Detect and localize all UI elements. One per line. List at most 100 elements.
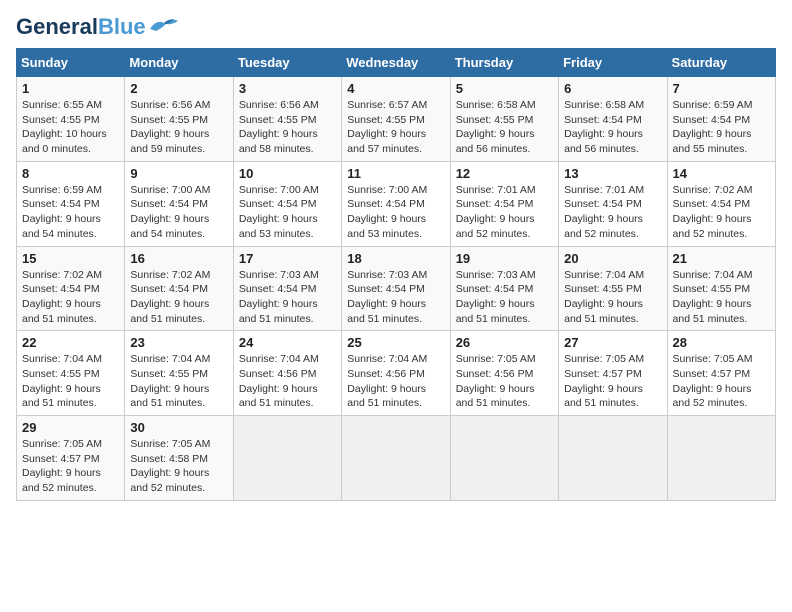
day-number: 28 xyxy=(673,335,770,350)
day-detail: Sunrise: 6:59 AM Sunset: 4:54 PM Dayligh… xyxy=(22,183,119,242)
calendar-header-row: SundayMondayTuesdayWednesdayThursdayFrid… xyxy=(17,49,776,77)
calendar-cell: 8 Sunrise: 6:59 AM Sunset: 4:54 PM Dayli… xyxy=(17,161,125,246)
day-detail: Sunrise: 7:00 AM Sunset: 4:54 PM Dayligh… xyxy=(130,183,227,242)
day-number: 10 xyxy=(239,166,336,181)
day-number: 23 xyxy=(130,335,227,350)
day-detail: Sunrise: 6:56 AM Sunset: 4:55 PM Dayligh… xyxy=(239,98,336,157)
calendar-cell: 28 Sunrise: 7:05 AM Sunset: 4:57 PM Dayl… xyxy=(667,331,775,416)
day-number: 20 xyxy=(564,251,661,266)
calendar-cell: 12 Sunrise: 7:01 AM Sunset: 4:54 PM Dayl… xyxy=(450,161,558,246)
day-number: 18 xyxy=(347,251,444,266)
logo-bird-icon xyxy=(148,15,180,35)
day-number: 25 xyxy=(347,335,444,350)
day-detail: Sunrise: 7:05 AM Sunset: 4:58 PM Dayligh… xyxy=(130,437,227,496)
calendar-cell: 26 Sunrise: 7:05 AM Sunset: 4:56 PM Dayl… xyxy=(450,331,558,416)
calendar-cell: 25 Sunrise: 7:04 AM Sunset: 4:56 PM Dayl… xyxy=(342,331,450,416)
calendar-cell: 19 Sunrise: 7:03 AM Sunset: 4:54 PM Dayl… xyxy=(450,246,558,331)
calendar-cell: 1 Sunrise: 6:55 AM Sunset: 4:55 PM Dayli… xyxy=(17,77,125,162)
day-detail: Sunrise: 7:03 AM Sunset: 4:54 PM Dayligh… xyxy=(347,268,444,327)
day-number: 15 xyxy=(22,251,119,266)
header-monday: Monday xyxy=(125,49,233,77)
day-detail: Sunrise: 7:00 AM Sunset: 4:54 PM Dayligh… xyxy=(239,183,336,242)
calendar-cell: 5 Sunrise: 6:58 AM Sunset: 4:55 PM Dayli… xyxy=(450,77,558,162)
day-detail: Sunrise: 7:00 AM Sunset: 4:54 PM Dayligh… xyxy=(347,183,444,242)
week-row-2: 8 Sunrise: 6:59 AM Sunset: 4:54 PM Dayli… xyxy=(17,161,776,246)
calendar-cell: 13 Sunrise: 7:01 AM Sunset: 4:54 PM Dayl… xyxy=(559,161,667,246)
day-detail: Sunrise: 7:04 AM Sunset: 4:55 PM Dayligh… xyxy=(564,268,661,327)
calendar-cell: 3 Sunrise: 6:56 AM Sunset: 4:55 PM Dayli… xyxy=(233,77,341,162)
header-saturday: Saturday xyxy=(667,49,775,77)
calendar-cell: 4 Sunrise: 6:57 AM Sunset: 4:55 PM Dayli… xyxy=(342,77,450,162)
day-detail: Sunrise: 7:05 AM Sunset: 4:57 PM Dayligh… xyxy=(22,437,119,496)
day-number: 22 xyxy=(22,335,119,350)
day-number: 9 xyxy=(130,166,227,181)
calendar-table: SundayMondayTuesdayWednesdayThursdayFrid… xyxy=(16,48,776,501)
day-detail: Sunrise: 7:04 AM Sunset: 4:56 PM Dayligh… xyxy=(347,352,444,411)
day-number: 12 xyxy=(456,166,553,181)
header-sunday: Sunday xyxy=(17,49,125,77)
calendar-cell: 24 Sunrise: 7:04 AM Sunset: 4:56 PM Dayl… xyxy=(233,331,341,416)
header-tuesday: Tuesday xyxy=(233,49,341,77)
day-number: 7 xyxy=(673,81,770,96)
calendar-cell: 22 Sunrise: 7:04 AM Sunset: 4:55 PM Dayl… xyxy=(17,331,125,416)
week-row-3: 15 Sunrise: 7:02 AM Sunset: 4:54 PM Dayl… xyxy=(17,246,776,331)
calendar-cell xyxy=(233,416,341,501)
logo-text: GeneralBlue xyxy=(16,16,146,38)
calendar-cell: 7 Sunrise: 6:59 AM Sunset: 4:54 PM Dayli… xyxy=(667,77,775,162)
day-detail: Sunrise: 7:01 AM Sunset: 4:54 PM Dayligh… xyxy=(456,183,553,242)
week-row-5: 29 Sunrise: 7:05 AM Sunset: 4:57 PM Dayl… xyxy=(17,416,776,501)
day-number: 5 xyxy=(456,81,553,96)
day-number: 17 xyxy=(239,251,336,266)
day-detail: Sunrise: 7:01 AM Sunset: 4:54 PM Dayligh… xyxy=(564,183,661,242)
day-detail: Sunrise: 7:02 AM Sunset: 4:54 PM Dayligh… xyxy=(22,268,119,327)
day-number: 26 xyxy=(456,335,553,350)
calendar-cell: 14 Sunrise: 7:02 AM Sunset: 4:54 PM Dayl… xyxy=(667,161,775,246)
day-detail: Sunrise: 6:58 AM Sunset: 4:54 PM Dayligh… xyxy=(564,98,661,157)
day-number: 3 xyxy=(239,81,336,96)
calendar-cell xyxy=(450,416,558,501)
day-number: 1 xyxy=(22,81,119,96)
day-detail: Sunrise: 6:57 AM Sunset: 4:55 PM Dayligh… xyxy=(347,98,444,157)
day-detail: Sunrise: 7:05 AM Sunset: 4:57 PM Dayligh… xyxy=(673,352,770,411)
week-row-4: 22 Sunrise: 7:04 AM Sunset: 4:55 PM Dayl… xyxy=(17,331,776,416)
day-number: 11 xyxy=(347,166,444,181)
calendar-cell: 30 Sunrise: 7:05 AM Sunset: 4:58 PM Dayl… xyxy=(125,416,233,501)
calendar-cell xyxy=(667,416,775,501)
day-detail: Sunrise: 7:05 AM Sunset: 4:56 PM Dayligh… xyxy=(456,352,553,411)
header-wednesday: Wednesday xyxy=(342,49,450,77)
calendar-cell: 6 Sunrise: 6:58 AM Sunset: 4:54 PM Dayli… xyxy=(559,77,667,162)
day-detail: Sunrise: 6:56 AM Sunset: 4:55 PM Dayligh… xyxy=(130,98,227,157)
day-detail: Sunrise: 7:04 AM Sunset: 4:55 PM Dayligh… xyxy=(673,268,770,327)
calendar-cell: 9 Sunrise: 7:00 AM Sunset: 4:54 PM Dayli… xyxy=(125,161,233,246)
calendar-cell: 18 Sunrise: 7:03 AM Sunset: 4:54 PM Dayl… xyxy=(342,246,450,331)
day-detail: Sunrise: 6:58 AM Sunset: 4:55 PM Dayligh… xyxy=(456,98,553,157)
day-detail: Sunrise: 6:55 AM Sunset: 4:55 PM Dayligh… xyxy=(22,98,119,157)
day-detail: Sunrise: 7:04 AM Sunset: 4:56 PM Dayligh… xyxy=(239,352,336,411)
day-detail: Sunrise: 7:04 AM Sunset: 4:55 PM Dayligh… xyxy=(130,352,227,411)
header-friday: Friday xyxy=(559,49,667,77)
day-number: 13 xyxy=(564,166,661,181)
day-detail: Sunrise: 6:59 AM Sunset: 4:54 PM Dayligh… xyxy=(673,98,770,157)
day-number: 2 xyxy=(130,81,227,96)
calendar-cell xyxy=(342,416,450,501)
calendar-cell: 16 Sunrise: 7:02 AM Sunset: 4:54 PM Dayl… xyxy=(125,246,233,331)
day-detail: Sunrise: 7:02 AM Sunset: 4:54 PM Dayligh… xyxy=(130,268,227,327)
day-number: 19 xyxy=(456,251,553,266)
day-detail: Sunrise: 7:02 AM Sunset: 4:54 PM Dayligh… xyxy=(673,183,770,242)
day-number: 27 xyxy=(564,335,661,350)
calendar-cell: 23 Sunrise: 7:04 AM Sunset: 4:55 PM Dayl… xyxy=(125,331,233,416)
week-row-1: 1 Sunrise: 6:55 AM Sunset: 4:55 PM Dayli… xyxy=(17,77,776,162)
calendar-cell xyxy=(559,416,667,501)
day-number: 30 xyxy=(130,420,227,435)
header-thursday: Thursday xyxy=(450,49,558,77)
day-detail: Sunrise: 7:05 AM Sunset: 4:57 PM Dayligh… xyxy=(564,352,661,411)
day-number: 29 xyxy=(22,420,119,435)
logo: GeneralBlue xyxy=(16,16,180,38)
page-header: GeneralBlue xyxy=(16,16,776,38)
calendar-cell: 29 Sunrise: 7:05 AM Sunset: 4:57 PM Dayl… xyxy=(17,416,125,501)
day-number: 16 xyxy=(130,251,227,266)
day-detail: Sunrise: 7:03 AM Sunset: 4:54 PM Dayligh… xyxy=(239,268,336,327)
calendar-cell: 17 Sunrise: 7:03 AM Sunset: 4:54 PM Dayl… xyxy=(233,246,341,331)
calendar-cell: 2 Sunrise: 6:56 AM Sunset: 4:55 PM Dayli… xyxy=(125,77,233,162)
day-detail: Sunrise: 7:04 AM Sunset: 4:55 PM Dayligh… xyxy=(22,352,119,411)
